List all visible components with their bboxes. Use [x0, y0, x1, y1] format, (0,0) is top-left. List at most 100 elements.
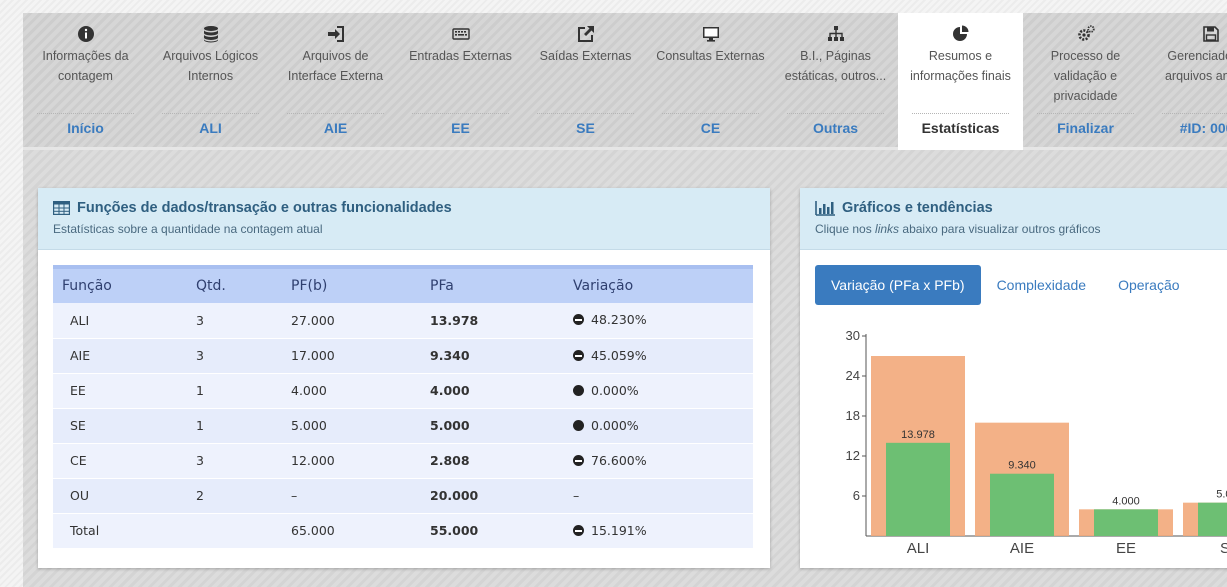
- nav-item-se[interactable]: Saídas Externas SE: [523, 13, 648, 150]
- nav-separator: [1037, 113, 1134, 114]
- nav-item-description: Saídas Externas: [539, 49, 632, 63]
- cell-variacao: 48.230%: [564, 303, 753, 338]
- table-header-row: Função Qtd. PF(b) PFa Variação: [53, 267, 753, 303]
- tab-operacao[interactable]: Operação: [1102, 265, 1195, 305]
- cell-qtd: 3: [196, 312, 204, 328]
- variacao-value: 0.000%: [591, 417, 639, 433]
- data-label: 13.978: [901, 429, 935, 441]
- nav-item-description: Arquivos de Interface Externa: [287, 49, 384, 83]
- chart-tabs: Variação (PFa x PFb) Complexidade Operaç…: [815, 265, 1196, 305]
- nav-separator: [412, 113, 509, 114]
- variacao-value: 15.191%: [591, 522, 647, 538]
- x-tick-label: AIE: [1010, 540, 1034, 557]
- table-icon: [53, 201, 70, 215]
- cell-pfb: 27.000: [291, 312, 335, 328]
- cell-funcao: AIE: [70, 348, 91, 363]
- sign-in-icon: [327, 26, 344, 42]
- chart-panel-subtitle: Clique nos links abaixo para visualizar …: [815, 222, 1101, 236]
- nav-separator: [287, 113, 384, 114]
- cell-pfa: 9.340: [430, 348, 470, 363]
- table-row: CE 3 12.000 2.808 76.600%: [53, 443, 753, 478]
- table-row: ALI 3 27.000 13.978 48.230%: [53, 303, 753, 338]
- nav-item-aie[interactable]: Arquivos de Interface Externa AIE: [273, 13, 398, 150]
- nav-separator: [537, 113, 634, 114]
- desktop-icon: [702, 27, 719, 42]
- nav-item-label: #ID: 0000: [1179, 120, 1227, 136]
- functions-panel: Funções de dados/transação e outras func…: [38, 188, 770, 568]
- nav-item-finalizar[interactable]: Processo de validação e privacidade Final…: [1023, 13, 1148, 150]
- nav-item-description: Processo de validação e privacidade: [1050, 49, 1121, 103]
- minus-circle-icon: [573, 524, 584, 536]
- nav-item-inicio[interactable]: Informações da contagem Início: [23, 13, 148, 150]
- pie-chart-icon: [952, 25, 968, 41]
- bar-pfa: [886, 442, 950, 536]
- cell-funcao: EE: [70, 383, 86, 398]
- nav-item-id[interactable]: Gerenciador de arquivos anexos #ID: 0000: [1148, 13, 1227, 150]
- cell-pfa: 20.000: [430, 488, 479, 503]
- cell-funcao: OU: [70, 488, 89, 503]
- cell-variacao: 0.000%: [564, 373, 753, 408]
- nav-item-description: Arquivos Lógicos Internos: [162, 49, 259, 83]
- nav-item-ee[interactable]: Entradas Externas EE: [398, 13, 523, 150]
- cell-funcao: SE: [70, 418, 86, 433]
- nav-item-description: Consultas Externas: [656, 49, 765, 63]
- database-icon: [203, 26, 218, 43]
- cell-funcao: Total: [70, 523, 100, 538]
- tab-variacao[interactable]: Variação (PFa x PFb): [815, 265, 981, 305]
- bar-pfa: [1094, 509, 1158, 536]
- nav-separator: [787, 113, 884, 114]
- nav-item-label: Finalizar: [1057, 120, 1114, 136]
- minus-circle-icon: [573, 454, 584, 466]
- nav-item-description: Informações da contagem: [42, 49, 129, 83]
- cell-funcao: CE: [70, 453, 87, 468]
- cell-pfb: –: [291, 488, 298, 503]
- tab-complexidade[interactable]: Complexidade: [981, 265, 1103, 305]
- nav-item-description: Entradas Externas: [409, 49, 512, 63]
- nav-item-label: Início: [67, 120, 104, 136]
- nav-item-outras[interactable]: B.I., Páginas estáticas, outros... Outras: [773, 13, 898, 150]
- nav-item-ce[interactable]: Consultas Externas CE: [648, 13, 773, 150]
- variacao-value: 0.000%: [591, 382, 639, 398]
- circle-icon: [573, 384, 584, 396]
- nav-item-label: ALI: [199, 120, 222, 136]
- variacao-value: 76.600%: [591, 452, 647, 468]
- nav-item-estatisticas[interactable]: Resumos e informações finais Estatísticas: [898, 13, 1023, 150]
- cell-pfb: 17.000: [291, 348, 335, 363]
- col-pfb: PF(b): [291, 278, 328, 294]
- nav-item-label: CE: [700, 120, 721, 136]
- cell-qtd: 3: [196, 348, 204, 363]
- nav-item-label: EE: [451, 120, 470, 136]
- cell-qtd: 1: [196, 383, 204, 398]
- cell-variacao: 0.000%: [564, 408, 753, 443]
- nav-separator: [662, 113, 759, 114]
- bar-chart-icon: [815, 200, 835, 216]
- cell-funcao: ALI: [70, 312, 90, 328]
- x-tick-label: ALI: [907, 540, 930, 557]
- cell-qtd: 3: [196, 453, 204, 468]
- cogs-icon: [1077, 25, 1095, 41]
- table-row: EE 1 4.000 4.000 0.000%: [53, 373, 753, 408]
- chart-panel-title: Gráficos e tendências: [842, 200, 993, 216]
- table-row: SE 1 5.000 5.000 0.000%: [53, 408, 753, 443]
- functions-panel-header: Funções de dados/transação e outras func…: [38, 188, 770, 250]
- app-window: Informações da contagem Início Arquivos Ló…: [23, 13, 1227, 587]
- chart-panel: Gráficos e tendências Clique nos links a…: [800, 188, 1227, 568]
- cell-qtd: 2: [196, 488, 204, 503]
- functions-panel-title: Funções de dados/transação e outras func…: [77, 200, 452, 216]
- nav-item-ali[interactable]: Arquivos Lógicos Internos ALI: [148, 13, 273, 150]
- cell-pfb: 12.000: [291, 453, 335, 468]
- cell-variacao: –: [564, 478, 753, 513]
- wizard-nav: Informações da contagem Início Arquivos Ló…: [23, 13, 1227, 150]
- col-pfa: PFa: [430, 278, 454, 294]
- cell-pfb: 4.000: [291, 383, 327, 398]
- cell-pfb: 65.000: [291, 523, 335, 538]
- data-label: 4.000: [1112, 495, 1140, 507]
- cell-pfa: 2.808: [430, 453, 470, 468]
- info-icon: [77, 26, 94, 42]
- functions-table-wrapper: Função Qtd. PF(b) PFa Variação ALI 3 27.00…: [53, 265, 753, 549]
- nav-separator: [912, 113, 1009, 114]
- cell-pfa: 55.000: [430, 523, 479, 538]
- chart-panel-header: Gráficos e tendências Clique nos links a…: [800, 188, 1227, 250]
- nav-separator: [37, 113, 134, 114]
- cell-variacao: 15.191%: [564, 513, 753, 548]
